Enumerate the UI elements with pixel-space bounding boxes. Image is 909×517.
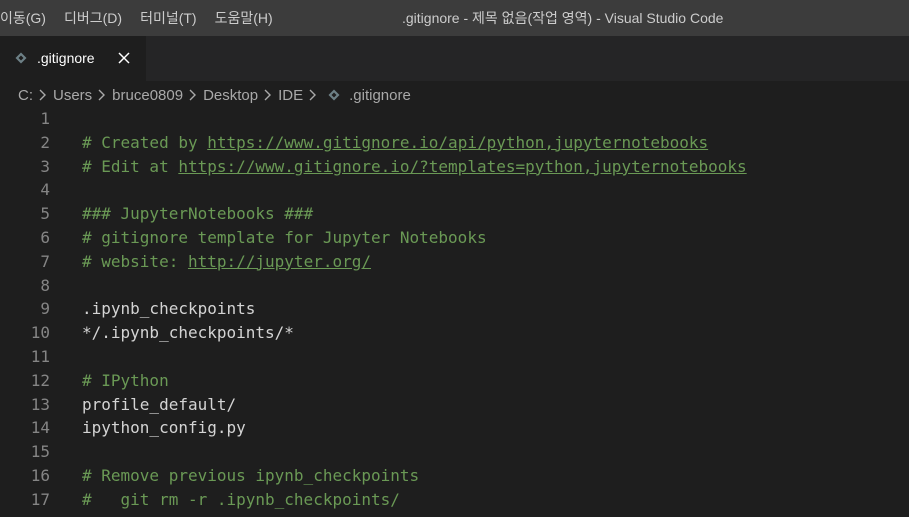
line-number: 5	[40, 204, 50, 224]
line-number: 4	[40, 180, 50, 200]
code-line[interactable]: 10 */.ipynb_checkpoints/*	[0, 321, 909, 345]
code-text: profile_default/	[82, 394, 237, 414]
line-content: ipython_config.py	[82, 416, 246, 440]
menu-item-0[interactable]: 이동(G)	[0, 0, 55, 36]
line-number: 15	[30, 442, 50, 462]
code-line[interactable]: 8	[0, 274, 909, 298]
tab-label: .gitignore	[37, 50, 95, 66]
line-number: 2	[40, 132, 50, 152]
title-bar: 이동(G) 디버그(D) 터미널(T) 도움말(H) .gitignore - 제목 …	[0, 0, 909, 36]
line-number: 16	[30, 465, 50, 485]
menu-item-2[interactable]: 터미널(T)	[131, 0, 206, 36]
line-number: 10	[30, 323, 50, 343]
code-line[interactable]: 14 ipython_config.py	[0, 416, 909, 440]
line-number: 8	[40, 275, 50, 295]
chevron-right-icon	[189, 89, 197, 101]
code-line[interactable]: 1	[0, 107, 909, 131]
code-comment: # gitignore template for Jupyter Noteboo…	[82, 227, 487, 247]
code-line[interactable]: 11	[0, 345, 909, 369]
code-comment: # Edit at	[82, 156, 179, 176]
line-number: 12	[30, 370, 50, 390]
breadcrumb-item-1[interactable]: Users	[53, 87, 92, 104]
code-line[interactable]: 3 # Edit at https://www.gitignore.io/?tem…	[0, 155, 909, 179]
line-content: .ipynb_checkpoints	[82, 297, 255, 321]
line-number: 7	[40, 251, 50, 271]
menu-item-3[interactable]: 도움말(H)	[206, 0, 282, 36]
line-content: # gitignore template for Jupyter Noteboo…	[82, 226, 487, 250]
code-line[interactable]: 13 profile_default/	[0, 393, 909, 417]
window-title: .gitignore - 제목 없음(작업 영역) - Visual Studi…	[402, 10, 724, 26]
chevron-right-icon	[39, 89, 46, 101]
line-number: 13	[30, 394, 50, 414]
code-line[interactable]: 17 # git rm -r .ipynb_checkpoints/	[0, 488, 909, 512]
chevron-right-icon	[98, 89, 106, 101]
line-content: profile_default/	[82, 393, 236, 417]
code-line[interactable]: 15	[0, 440, 909, 464]
code-link[interactable]: http://jupyter.org/	[188, 252, 371, 271]
line-content: ### JupyterNotebooks ###	[82, 202, 313, 226]
code-editor[interactable]: 1 2 # Created by https://www.gitignore.io/…	[0, 107, 909, 517]
code-comment: # website:	[82, 251, 188, 271]
breadcrumb-item-4[interactable]: IDE	[278, 87, 303, 104]
code-text: */.ipynb_checkpoints/*	[82, 323, 294, 343]
line-content: */.ipynb_checkpoints/*	[82, 321, 294, 345]
code-line[interactable]: 7 # website: http://jupyter.org/	[0, 250, 909, 274]
code-line[interactable]: 4	[0, 178, 909, 202]
line-number: 17	[30, 489, 50, 509]
line-number: 14	[30, 418, 50, 438]
code-link[interactable]: https://www.gitignore.io/?templates=pyth…	[178, 157, 746, 176]
code-line[interactable]: 5 ### JupyterNotebooks ###	[0, 202, 909, 226]
code-text: ipython_config.py	[82, 418, 246, 438]
line-number: 6	[40, 227, 50, 247]
line-number: 1	[40, 109, 50, 128]
menu-item-1[interactable]: 디버그(D)	[55, 0, 131, 36]
gitignore-file-icon	[328, 89, 340, 101]
breadcrumb-item-2[interactable]: bruce0809	[112, 87, 183, 104]
line-content: # website: http://jupyter.org/	[82, 250, 371, 274]
code-line[interactable]: 2 # Created by https://www.gitignore.io/a…	[0, 131, 909, 155]
close-icon[interactable]	[118, 52, 130, 64]
breadcrumb: C: Users bruce0809 Desktop IDE .gitignore	[0, 81, 909, 109]
line-number: 9	[40, 299, 50, 319]
code-line[interactable]: 6 # gitignore template for Jupyter Notebo…	[0, 226, 909, 250]
line-content: # git rm -r .ipynb_checkpoints/	[82, 488, 400, 512]
breadcrumb-item-0[interactable]: C:	[18, 87, 33, 104]
code-comment: # git rm -r .ipynb_checkpoints/	[82, 489, 400, 509]
code-text: .ipynb_checkpoints	[82, 299, 256, 319]
line-content: # Remove previous ipynb_checkpoints	[82, 464, 419, 488]
menu-bar: 이동(G) 디버그(D) 터미널(T) 도움말(H)	[0, 0, 282, 36]
line-content: # IPython	[82, 369, 169, 393]
code-comment: # IPython	[82, 370, 169, 390]
code-link[interactable]: https://www.gitignore.io/api/python,jupy…	[207, 133, 708, 152]
code-line[interactable]: 16 # Remove previous ipynb_checkpoints	[0, 464, 909, 488]
chevron-right-icon	[264, 89, 272, 101]
line-number: 3	[40, 156, 50, 176]
code-comment: ### JupyterNotebooks ###	[82, 204, 314, 224]
code-comment: # Created by	[82, 132, 208, 152]
code-line[interactable]: 9 .ipynb_checkpoints	[0, 297, 909, 321]
line-number: 11	[30, 346, 50, 366]
code-comment: # Remove previous ipynb_checkpoints	[82, 465, 420, 485]
chevron-right-icon	[309, 89, 317, 101]
code-line[interactable]: 12 # IPython	[0, 369, 909, 393]
breadcrumb-item-3[interactable]: Desktop	[203, 87, 258, 104]
breadcrumb-item-5[interactable]: .gitignore	[349, 87, 411, 104]
line-content: # Edit at https://www.gitignore.io/?temp…	[82, 155, 747, 179]
tab-bar: .gitignore	[0, 36, 909, 81]
tab-gitignore[interactable]: .gitignore	[0, 36, 146, 81]
line-content: # Created by https://www.gitignore.io/ap…	[82, 131, 708, 155]
gitignore-file-icon	[15, 52, 27, 64]
